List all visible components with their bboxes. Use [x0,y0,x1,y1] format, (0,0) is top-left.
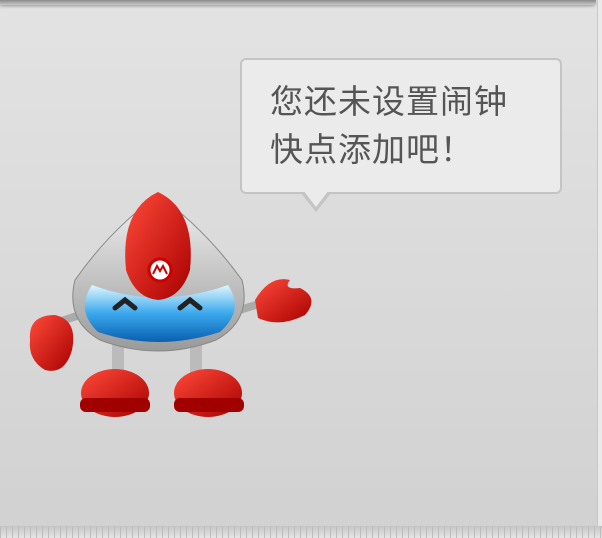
robot-mascot-icon [29,192,312,417]
speech-bubble: 您还未设置闹钟 快点添加吧！ [240,58,562,194]
empty-message: 您还未设置闹钟 快点添加吧！ [270,78,508,174]
bottom-toolbar-edge [0,526,602,538]
top-bar-shadow [0,0,596,5]
message-line-1: 您还未设置闹钟 [270,82,508,121]
message-line-2: 快点添加吧！ [270,130,474,169]
scrollbar-edge [597,0,602,526]
